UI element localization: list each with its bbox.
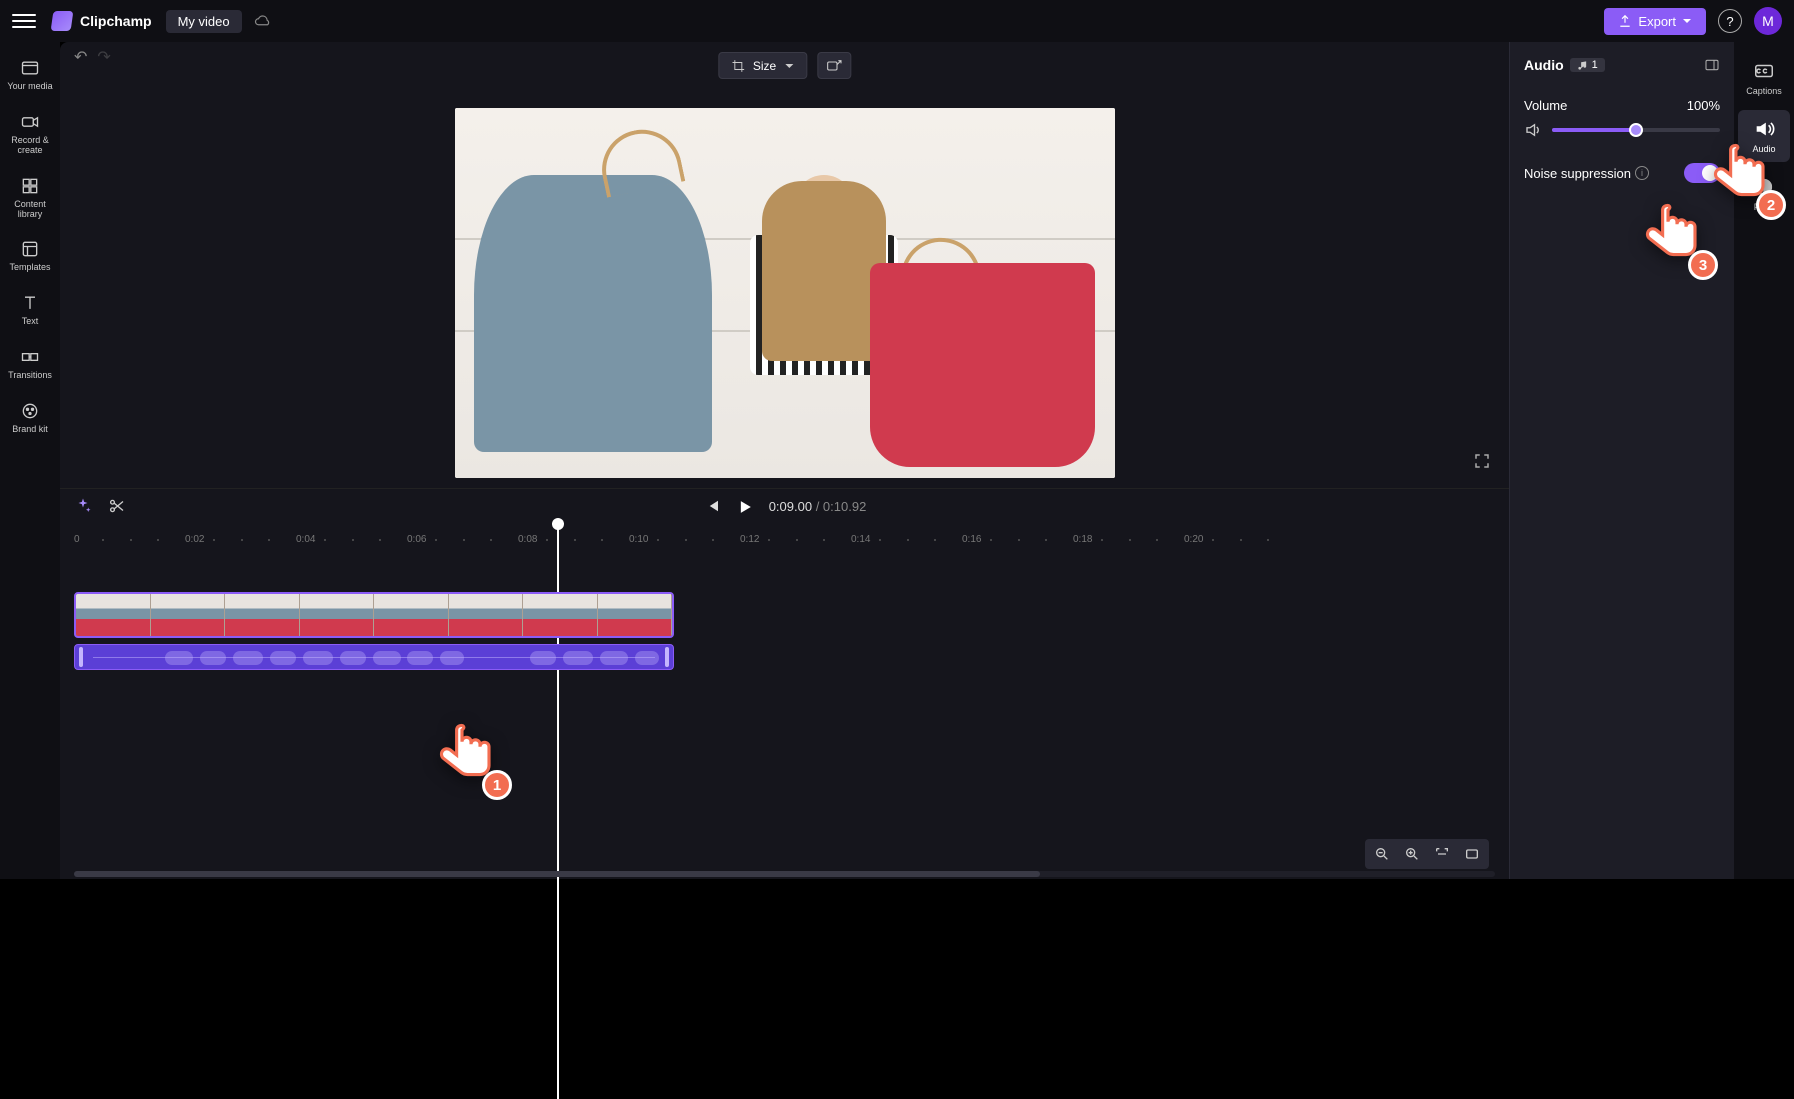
noise-suppression-toggle[interactable]	[1684, 163, 1720, 183]
sidebar-content-library[interactable]: Content library	[2, 168, 58, 228]
play-button[interactable]	[735, 497, 755, 517]
zoom-out-button[interactable]	[1368, 842, 1396, 866]
volume-value: 100%	[1687, 98, 1720, 113]
export-button[interactable]: Export	[1604, 8, 1706, 35]
export-label: Export	[1638, 14, 1676, 29]
ruler-tick: 0:02	[185, 534, 204, 545]
transitions-icon	[20, 347, 40, 367]
clipchamp-logo-icon	[51, 11, 74, 31]
timeline-view-button[interactable]	[1458, 842, 1486, 866]
split-button[interactable]	[108, 497, 126, 515]
crop-icon	[731, 59, 745, 73]
fade-icon	[1753, 176, 1775, 198]
audio-icon	[1753, 118, 1775, 140]
ruler-tick: 0:08	[518, 534, 537, 545]
upload-icon	[1618, 14, 1632, 28]
noise-suppression-label: Noise suppression	[1524, 166, 1631, 181]
menu-button[interactable]	[12, 9, 36, 33]
timeline[interactable]: 0 0:02 0:04 0:06 0:08 0:10 0:12 0:14 0:16 0:18 0:2…	[60, 524, 1509, 879]
panel-title: Audio	[1524, 57, 1564, 73]
cloud-sync-icon[interactable]	[254, 12, 272, 30]
ruler-tick: 0:18	[1073, 534, 1092, 545]
video-track-clip[interactable]	[74, 592, 674, 638]
ruler-tick: 0:12	[740, 534, 759, 545]
ruler-tick: 0	[74, 534, 80, 545]
music-note-icon	[1577, 60, 1588, 71]
templates-icon	[20, 239, 40, 259]
ruler-tick: 0:06	[407, 534, 426, 545]
sidebar-transitions[interactable]: Transitions	[2, 339, 58, 389]
timeline-ruler[interactable]: 0 0:02 0:04 0:06 0:08 0:10 0:12 0:14 0:16 0:18 0:2…	[74, 530, 1495, 552]
audio-track-clip[interactable]	[74, 644, 674, 670]
ai-sparkle-button[interactable]	[74, 497, 92, 515]
toolstrip-fade[interactable]: Fade	[1738, 168, 1790, 220]
fullscreen-button[interactable]	[1473, 452, 1491, 470]
sidebar-templates[interactable]: Templates	[2, 231, 58, 281]
redo-button[interactable]: ↷	[97, 47, 110, 67]
media-icon	[20, 58, 40, 78]
volume-label: Volume	[1524, 98, 1567, 113]
library-icon	[20, 176, 40, 196]
record-icon	[20, 112, 40, 132]
ruler-tick: 0:04	[296, 534, 315, 545]
timecode: 0:09.00 / 0:10.92	[769, 499, 867, 514]
chevron-down-icon	[784, 61, 794, 71]
app-logo[interactable]: Clipchamp	[52, 11, 152, 31]
ruler-tick: 0:16	[962, 534, 981, 545]
popout-preview-button[interactable]	[817, 52, 851, 79]
playback-bar: 0:09.00 / 0:10.92	[60, 488, 1509, 524]
sidebar-record-create[interactable]: Record & create	[2, 104, 58, 164]
sidebar-your-media[interactable]: Your media	[2, 50, 58, 100]
right-toolstrip: Captions Audio Fade	[1734, 42, 1794, 879]
project-title[interactable]: My video	[166, 10, 242, 33]
undo-button[interactable]: ↶	[74, 47, 87, 67]
left-sidebar: Your media Record & create Content libra…	[0, 42, 60, 879]
popup-icon	[826, 59, 842, 73]
editor-main: ↶ ↷ Size	[60, 42, 1509, 879]
text-icon	[20, 293, 40, 313]
size-dropdown[interactable]: Size	[718, 52, 807, 79]
audio-count-badge: 1	[1570, 58, 1605, 72]
timeline-scrollbar[interactable]	[74, 871, 1495, 877]
speaker-icon[interactable]	[1524, 121, 1542, 139]
zoom-fit-button[interactable]	[1428, 842, 1456, 866]
ruler-tick: 0:10	[629, 534, 648, 545]
toolstrip-captions[interactable]: Captions	[1738, 52, 1790, 104]
help-button[interactable]: ?	[1718, 9, 1742, 33]
brand-icon	[20, 401, 40, 421]
chevron-down-icon	[1682, 16, 1692, 26]
app-name: Clipchamp	[80, 13, 152, 29]
ruler-tick: 0:14	[851, 534, 870, 545]
sidebar-text[interactable]: Text	[2, 285, 58, 335]
info-icon[interactable]: i	[1635, 166, 1649, 180]
topbar: Clipchamp My video Export ? M	[0, 0, 1794, 42]
properties-panel: Audio 1 Volume 100% Noise suppression i	[1509, 42, 1734, 879]
captions-icon	[1753, 60, 1775, 82]
skip-start-button[interactable]	[703, 497, 721, 515]
volume-slider[interactable]	[1552, 128, 1720, 132]
zoom-in-button[interactable]	[1398, 842, 1426, 866]
ruler-tick: 0:20	[1184, 534, 1203, 545]
sidebar-brand-kit[interactable]: Brand kit	[2, 393, 58, 443]
video-preview[interactable]	[455, 108, 1115, 478]
toolstrip-audio[interactable]: Audio	[1738, 110, 1790, 162]
timeline-zoom-controls	[1365, 839, 1489, 869]
detach-panel-button[interactable]	[1704, 56, 1720, 74]
user-avatar[interactable]: M	[1754, 7, 1782, 35]
